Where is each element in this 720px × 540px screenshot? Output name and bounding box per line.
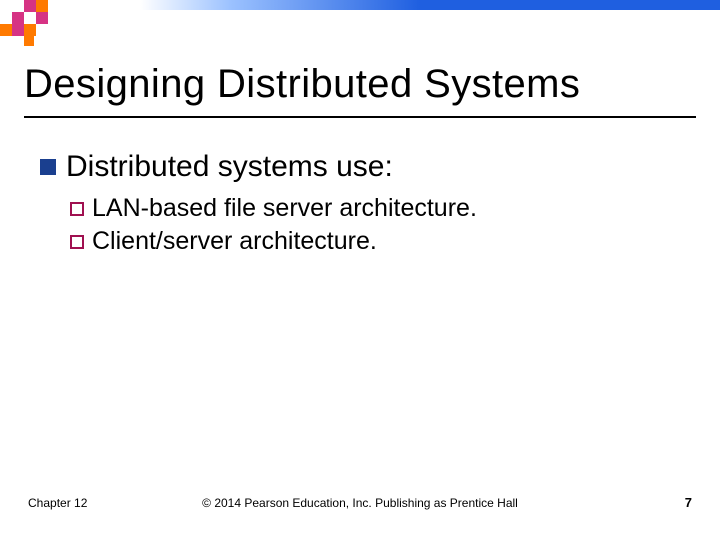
slide-title: Designing Distributed Systems: [24, 62, 580, 107]
pixel-icon: [24, 36, 34, 46]
bullet-level2: LAN-based file server architecture.: [70, 194, 680, 223]
bullet-level1-text: Distributed systems use:: [66, 150, 393, 184]
pixel-icon: [36, 0, 48, 12]
title-underline: [24, 116, 696, 118]
top-decoration: [0, 0, 720, 32]
slide: Designing Distributed Systems Distribute…: [0, 0, 720, 540]
bullet-level2-text: LAN-based file server architecture.: [92, 194, 477, 223]
bullet-level2-text: Client/server architecture.: [92, 227, 377, 256]
pixel-icon: [12, 24, 24, 36]
slide-body: Distributed systems use: LAN-based file …: [40, 150, 680, 256]
hollow-square-bullet-icon: [70, 202, 84, 216]
header-gradient: [0, 0, 720, 10]
bullet-level1: Distributed systems use:: [40, 150, 680, 184]
footer-copyright: © 2014 Pearson Education, Inc. Publishin…: [0, 496, 720, 510]
pixel-icon: [0, 24, 12, 36]
pixel-icon: [24, 0, 36, 12]
pixel-icon: [12, 12, 24, 24]
pixel-icon: [24, 24, 36, 36]
hollow-square-bullet-icon: [70, 235, 84, 249]
footer-page-number: 7: [685, 495, 692, 510]
square-bullet-icon: [40, 159, 56, 175]
pixel-icon: [36, 12, 48, 24]
bullet-level2: Client/server architecture.: [70, 227, 680, 256]
